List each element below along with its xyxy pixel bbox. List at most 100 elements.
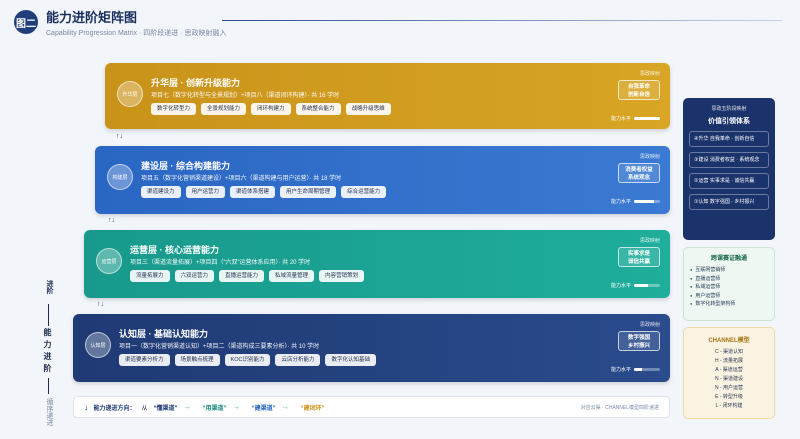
panel-item: ④升华 自我革命 · 创新自信	[689, 131, 769, 147]
layer-tag: 内容营销策划	[319, 270, 365, 282]
layer-card-construction: 构建层 建设层 · 综合构建能力 项目五（数字化营销渠道建设）+项目六（渠道构建…	[95, 146, 670, 214]
layer-tag: 场景触点梳理	[174, 354, 220, 366]
layer-tag: 渠道要素分析力	[119, 354, 170, 366]
panel-item: ②运营 实事求是 · 诚信共赢	[689, 173, 769, 189]
footer-step: “懂渠道”	[153, 405, 178, 412]
right-arrow-icon: →	[232, 403, 240, 411]
layer-desc: 项目五（数字化营销渠道建设）+项目六（渠道构建与用户运营）· 共 18 学时	[141, 176, 342, 182]
footer-from: 从	[141, 405, 148, 412]
map-value: 实事求是 诚信共赢	[618, 247, 660, 267]
layer-icon: 构建层	[107, 164, 133, 190]
list-item: N - 渠道建设	[714, 376, 744, 382]
layer-tag: 综合运营能力	[341, 186, 387, 198]
layer-desc: 项目三（渠道流量拓展）+项目四（“六双”运营体系应用）· 共 20 学时	[130, 260, 311, 266]
map-value: 数字强国 乡村振兴	[618, 331, 660, 351]
footer-step: “建渠道”	[251, 405, 276, 412]
level-label: 能力水平	[610, 199, 631, 205]
list-item: L - 闭环构建	[715, 403, 743, 409]
layer-tag: 全景规划能力	[201, 103, 247, 115]
layer-tag: 战略升级思维	[345, 103, 391, 115]
layer-icon: 认知层	[85, 332, 111, 358]
layer-title: 建设层 · 综合构建能力	[141, 161, 230, 171]
axis-main-label: 能力进阶	[42, 326, 53, 378]
layer-icon: 运营层	[96, 248, 122, 274]
map-label: 思政映射	[639, 154, 660, 160]
map-value: 消费者权益 系统观念	[618, 163, 660, 183]
panel-item: ③建设 消费者权益 · 系统观念	[689, 152, 769, 168]
footer-label: 能力递进方向：	[93, 405, 136, 412]
progression-footer: ↓ 能力递进方向： 从 “懂渠道” → “用渠道” → “建渠道” → “建闭环…	[73, 396, 670, 418]
axis-top-label: 进阶	[46, 280, 53, 294]
layer-tag: 系统整合能力	[295, 103, 341, 115]
axis-bottom-label: 循序递进	[46, 398, 53, 426]
panel-title: 跨课赛证融通	[710, 256, 747, 262]
list-item: 互联网营销师	[690, 266, 768, 275]
level-fill	[634, 284, 649, 287]
list-item: H - 流量拓展	[714, 358, 744, 364]
list-item: 用户运营师	[690, 292, 768, 301]
panel-title: CHANNEL模型	[708, 338, 750, 344]
panel-title: 价值引领体系	[708, 118, 750, 125]
header-divider	[222, 20, 782, 21]
right-arrow-icon: →	[183, 403, 191, 411]
layer-tag: KOC识别能力	[224, 354, 271, 366]
level-indicator: 能力水平	[611, 282, 660, 289]
right-arrow-icon: →	[281, 403, 289, 411]
layer-tag: 闭环构建力	[251, 103, 291, 115]
list-item: C - 渠道认知	[714, 349, 744, 355]
header: 图二 能力进阶矩阵图 Capability Progression Matrix…	[14, 10, 226, 38]
map-value: 自我革命 创新自信	[618, 80, 660, 100]
list-item: 数字化转型架构师	[690, 300, 768, 309]
layer-card-operation: 运营层 运营层 · 核心运营能力 项目三（渠道流量拓展）+项目四（“六双”运营体…	[84, 230, 670, 298]
level-indicator: 能力水平	[611, 115, 660, 122]
layer-icon: 升华层	[117, 81, 143, 107]
list-item: E - 转型升级	[715, 394, 743, 400]
layer-card-sublimation: 升华层 升华层 · 创新升级能力 项目七（数字化转型与全景规划）+项目八（渠道闭…	[105, 63, 670, 129]
value-guidance-panel: 思政五阶段映射 价值引领体系 ④升华 自我革命 · 创新自信 ③建设 消费者权益…	[683, 98, 775, 240]
figure-badge: 图二	[14, 10, 38, 34]
layer-tag: 渠道体系搭建	[230, 186, 276, 198]
level-label: 能力水平	[610, 367, 631, 373]
list-item: N - 用户运营	[714, 385, 744, 391]
progression-axis: 进阶 能力进阶 循序递进	[42, 280, 54, 430]
up-arrow-icon: ↑↓	[108, 217, 115, 224]
list-item: 私域运营师	[690, 283, 768, 292]
layer-tag: 用户运营力	[185, 186, 226, 198]
layer-desc: 项目一（数字化营销渠道认知）+项目二（渠道构成三要素分析）· 共 10 学时	[119, 344, 320, 350]
list-item: 直播运营师	[690, 275, 768, 284]
map-label: 思政映射	[639, 71, 660, 77]
level-label: 能力水平	[610, 283, 631, 289]
layer-tag: 私域流量管理	[269, 270, 315, 282]
layer-tag: 用户生命周期管理	[280, 186, 337, 198]
layer-tag: 直播运营能力	[219, 270, 265, 282]
level-indicator: 能力水平	[611, 366, 660, 373]
layer-title: 运营层 · 核心运营能力	[130, 245, 219, 255]
layer-tag: 流量拓展力	[130, 270, 170, 282]
footer-step: “建闭环”	[300, 405, 325, 412]
footer-note: 对应云渠 · CHANNEL模型四阶递进	[580, 404, 659, 411]
level-indicator: 能力水平	[611, 198, 660, 205]
up-arrow-icon: ↑↓	[97, 301, 104, 308]
layer-title: 升华层 · 创新升级能力	[151, 78, 240, 88]
footer-step: “用渠道”	[202, 405, 227, 412]
level-fill	[634, 368, 642, 371]
level-label: 能力水平	[610, 116, 631, 122]
down-arrow-icon: ↓	[84, 402, 89, 412]
list-item: A - 渠道运营	[715, 367, 743, 373]
layer-tag: 云店分析能力	[275, 354, 321, 366]
level-fill	[634, 117, 660, 120]
layer-title: 认知层 · 基础认知能力	[119, 329, 208, 339]
layer-tag: 数字化认知基础	[325, 354, 376, 366]
layer-tag: 六双运营力	[174, 270, 215, 282]
level-fill	[634, 200, 654, 203]
panel-label: 思政五阶段映射	[711, 106, 747, 112]
layer-tag: 数字化转型力	[151, 103, 197, 115]
layer-card-cognition: 认知层 认知层 · 基础认知能力 项目一（数字化营销渠道认知）+项目二（渠道构成…	[73, 314, 670, 382]
map-label: 思政映射	[639, 238, 660, 244]
map-label: 思政映射	[639, 322, 660, 328]
channel-model-panel: CHANNEL模型 C - 渠道认知 H - 流量拓展 A - 渠道运营 N -…	[683, 327, 775, 419]
up-arrow-icon: ↑↓	[116, 133, 123, 140]
certificate-panel: 跨课赛证融通 互联网营销师 直播运营师 私域运营师 用户运营师 数字化转型架构师	[683, 247, 775, 321]
panel-item: ①认知 数字强国 · 乡村振兴	[689, 194, 769, 210]
page-subtitle: Capability Progression Matrix · 四阶段递进 · …	[46, 30, 227, 37]
